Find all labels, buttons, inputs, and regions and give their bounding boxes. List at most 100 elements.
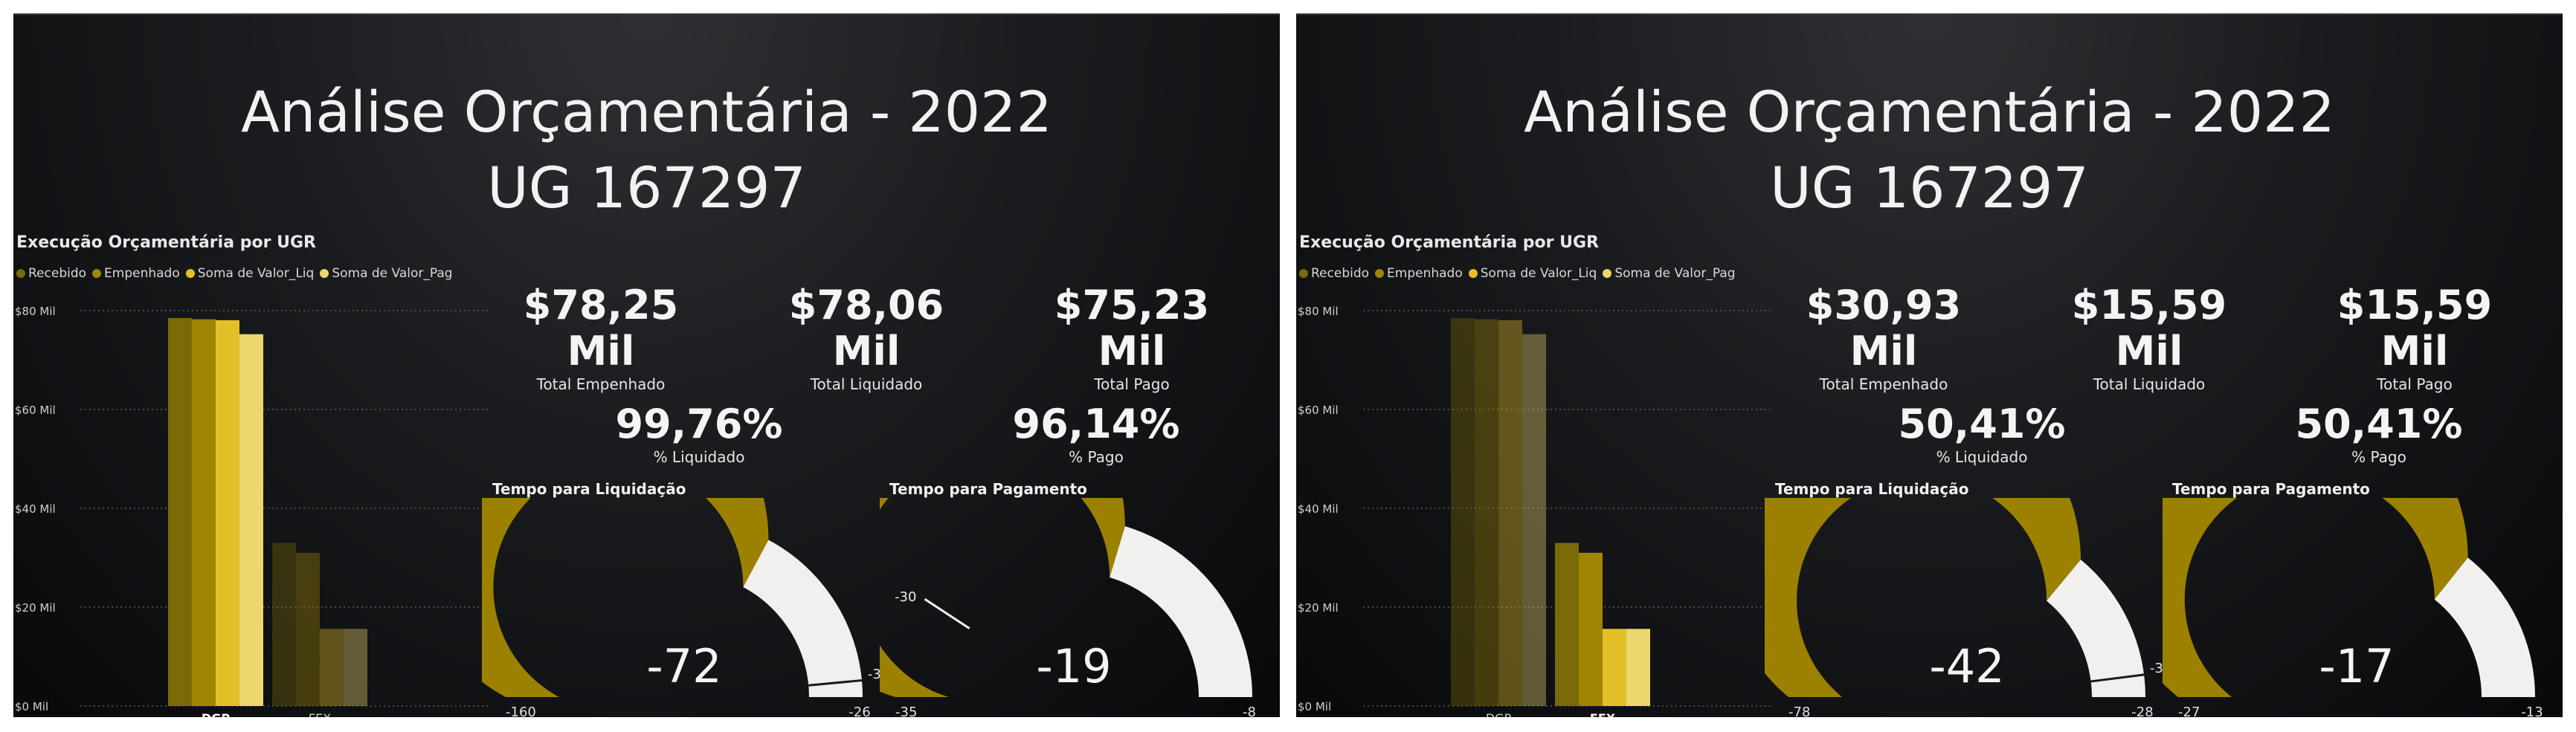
y-tick-label: $20 Mil	[15, 601, 56, 615]
gauge-liquidacao[interactable]: -30-72-160 -26	[482, 498, 898, 717]
kpi-total-pago: $75,23 Mil Total Pago	[1020, 282, 1243, 394]
y-tick-label: $80 Mil	[15, 305, 56, 318]
gauge-value: -17	[2319, 639, 2394, 693]
chart-title: Execução Orçamentária por UGR	[16, 233, 316, 252]
pct-value: 96,14%	[1012, 401, 1180, 447]
kpi-value: $30,93 Mil	[1806, 282, 1962, 375]
y-tick-label: $40 Mil	[1298, 502, 1339, 516]
bar-dgp-1[interactable]	[192, 319, 216, 706]
gauge-fill	[1765, 498, 2081, 697]
chart-legend: Recebido Empenhado Soma de Valor_Liq Som…	[1299, 266, 1736, 281]
legend-item-valor-liq[interactable]: Soma de Valor_Liq	[185, 266, 314, 281]
gauge-max-label: -28	[2131, 705, 2153, 717]
bar-chart[interactable]: $0 Mil $20 Mil $40 Mil $60 Mil $80 Mil DGP FEX	[13, 293, 497, 717]
bar-fex-3[interactable]	[1626, 629, 1650, 706]
legend-item-empenhado[interactable]: Empenhado	[1375, 266, 1463, 281]
gauge-title-pagamento: Tempo para Pagamento	[2172, 480, 2370, 498]
pct-label: % Pago	[1069, 448, 1124, 466]
kpi-value: $15,59 Mil	[2071, 282, 2227, 375]
pct-value: 50,41%	[2295, 401, 2463, 447]
legend-item-empenhado[interactable]: Empenhado	[92, 266, 180, 281]
gauge-remainder	[1110, 526, 1252, 697]
dashboard-panel-1: Análise Orçamentária - 2022 UG 167297 Ex…	[13, 13, 1280, 717]
legend-label: Recebido	[28, 266, 87, 281]
kpi-value: $15,59 Mil	[2337, 282, 2493, 375]
bar-dgp-1[interactable]	[1475, 319, 1498, 706]
kpi-total-empenhado: $30,93 Mil Total Empenhado	[1772, 282, 1995, 394]
kpi-value: $75,23 Mil	[1054, 282, 1210, 375]
bar-fex-2[interactable]	[1603, 629, 1626, 706]
bar-dgp-3[interactable]	[239, 334, 263, 706]
y-tick-label: $60 Mil	[1298, 404, 1339, 417]
gauge-min-label: -35	[895, 705, 917, 717]
legend-dot	[92, 269, 102, 278]
legend-label: Empenhado	[1387, 266, 1463, 281]
gauge-title-pagamento: Tempo para Pagamento	[889, 480, 1087, 498]
kpi-label: Total Liquidado	[2093, 375, 2206, 393]
bar-fex-1[interactable]	[296, 552, 320, 706]
gauge-max-label: -8	[1243, 705, 1256, 717]
gauge-max-label: -13	[2521, 705, 2543, 717]
pct-value: 99,76%	[615, 401, 783, 447]
y-tick-label: $20 Mil	[1298, 601, 1339, 615]
kpi-label: Total Pago	[2377, 375, 2453, 393]
gauge-pagamento[interactable]: -17 -27 -13	[2163, 498, 2563, 717]
gauge-remainder	[743, 540, 863, 697]
report-title: Análise Orçamentária - 2022 UG 167297	[13, 74, 1280, 226]
legend-dot	[1603, 269, 1612, 278]
x-tick-label: FEX	[1590, 711, 1616, 717]
legend-item-valor-pag[interactable]: Soma de Valor_Pag	[1603, 266, 1736, 281]
legend-item-valor-liq[interactable]: Soma de Valor_Liq	[1468, 266, 1597, 281]
gauge-liquidacao[interactable]: -30-42-78 -28	[1765, 498, 2181, 717]
gauge-min-label: -78	[1788, 705, 1810, 717]
title-line-1: Análise Orçamentária - 2022	[1524, 79, 2335, 145]
bar-fex-3[interactable]	[344, 629, 367, 706]
gauge-value: -72	[646, 639, 721, 693]
x-tick-label: FEX	[309, 711, 331, 717]
y-tick-label: $80 Mil	[1298, 305, 1339, 318]
bar-fex-2[interactable]	[320, 629, 344, 706]
legend-item-valor-pag[interactable]: Soma de Valor_Pag	[320, 266, 453, 281]
legend-item-recebido[interactable]: Recebido	[16, 266, 86, 281]
bar-dgp-0[interactable]	[168, 317, 192, 707]
pct-pago: 96,14% % Pago	[985, 401, 1208, 467]
gauge-fill	[482, 498, 769, 697]
legend-label: Empenhado	[104, 266, 180, 281]
bar-dgp-2[interactable]	[1498, 320, 1522, 706]
kpi-total-empenhado: $78,25 Mil Total Empenhado	[489, 282, 712, 394]
bar-fex-1[interactable]	[1579, 552, 1603, 706]
dashboard-panel-2: Análise Orçamentária - 2022 UG 167297 Ex…	[1296, 13, 2563, 717]
gauge-title-liquidacao: Tempo para Liquidação	[492, 480, 686, 498]
kpi-label: Total Empenhado	[1819, 375, 1948, 393]
gauge-value: -19	[1036, 639, 1111, 693]
gauge-value: -42	[1929, 639, 2004, 693]
pct-label: % Liquidado	[653, 448, 745, 466]
legend-dot	[1299, 269, 1308, 278]
kpi-label: Total Pago	[1094, 375, 1170, 393]
pct-label: % Pago	[2351, 448, 2406, 466]
gauge-pagamento[interactable]: -30 -19 -35 -8	[880, 498, 1280, 717]
bar-fex-0[interactable]	[272, 542, 296, 706]
pct-label: % Liquidado	[1936, 448, 2028, 466]
legend-dot	[1375, 269, 1385, 278]
bar-dgp-0[interactable]	[1451, 317, 1475, 707]
x-tick-label: DGP	[1486, 711, 1512, 717]
legend-dot	[16, 269, 25, 278]
kpi-label: Total Liquidado	[810, 375, 923, 393]
y-tick-label: $40 Mil	[15, 502, 56, 516]
y-tick-label: $0 Mil	[15, 700, 48, 713]
legend-item-recebido[interactable]: Recebido	[1299, 266, 1369, 281]
gauge-title-liquidacao: Tempo para Liquidação	[1775, 480, 1969, 498]
gauge-target-marker	[924, 597, 970, 629]
bar-dgp-2[interactable]	[216, 320, 239, 706]
bar-chart[interactable]: $0 Mil $20 Mil $40 Mil $60 Mil $80 Mil DGP FEX	[1296, 293, 1780, 717]
title-line-1: Análise Orçamentária - 2022	[241, 79, 1052, 145]
pct-liquidado: 99,76% % Liquidado	[587, 401, 811, 467]
bar-fex-0[interactable]	[1555, 542, 1579, 706]
title-line-2: UG 167297	[1770, 155, 2089, 221]
title-line-2: UG 167297	[487, 155, 806, 221]
chart-title: Execução Orçamentária por UGR	[1299, 233, 1599, 252]
bar-dgp-3[interactable]	[1522, 334, 1546, 706]
kpi-total-liquidado: $15,59 Mil Total Liquidado	[2038, 282, 2261, 394]
y-tick-label: $0 Mil	[1298, 700, 1331, 713]
